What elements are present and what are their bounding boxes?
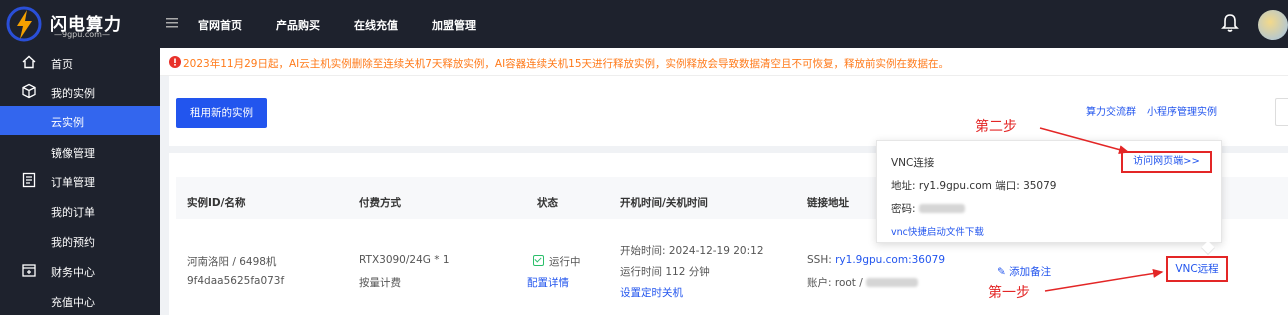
sidebar-item-label: 我的预约 (51, 236, 95, 249)
notice-text: 2023年11月29日起，AI云主机实例删除至连续关机7天释放实例，AI容器连续… (183, 58, 950, 70)
check-icon (533, 255, 544, 266)
config-details-link[interactable]: 配置详情 (527, 275, 569, 290)
popup-address: 地址: ry1.9gpu.com 端口: 35079 (891, 180, 1057, 192)
sidebar-item-label: 云实例 (51, 116, 84, 129)
add-note-label: 添加备注 (1009, 266, 1052, 278)
miniprogram-manage-link[interactable]: 小程序管理实例 (1147, 103, 1217, 118)
avatar[interactable] (1258, 10, 1288, 40)
start-time: 开始时间: 2024-12-19 20:12 (620, 245, 764, 257)
password-label: 密码: (891, 203, 919, 215)
sidebar-item-order-management[interactable]: 订单管理 (0, 166, 160, 195)
sidebar-item-label: 镜像管理 (51, 147, 95, 160)
annotation-step2: 第二步 (975, 119, 1017, 135)
top-nav: 官网首页 产品购买 在线充值 加盟管理 (198, 17, 476, 33)
sidebar-item-my-instances[interactable]: 我的实例 (0, 77, 160, 106)
sidebar-item-label: 首页 (51, 58, 73, 71)
ssh-address: SSH: ry1.9gpu.com:36079 (807, 254, 945, 266)
ssh-label: SSH: (807, 254, 836, 266)
home-icon (22, 55, 36, 69)
top-bar: 闪电算力 —9gpu.com— 官网首页 产品购买 在线充值 加盟管理 (0, 0, 1288, 48)
status-badge: 运行中 (533, 254, 581, 269)
vnc-download-link[interactable]: vnc快捷启动文件下载 (891, 224, 984, 238)
nav-franchise-management[interactable]: 加盟管理 (432, 17, 476, 33)
menu-icon[interactable] (166, 17, 178, 29)
vnc-remote-button[interactable]: VNC远程 (1166, 256, 1228, 282)
wallet-icon (22, 264, 36, 277)
col-connection: 链接地址 (807, 197, 849, 209)
sidebar-item-label: 充值中心 (51, 296, 95, 309)
brand-subtitle: —9gpu.com— (54, 30, 110, 39)
set-timer-shutdown-link[interactable]: 设置定时关机 (620, 285, 683, 300)
sidebar-item-my-orders[interactable]: 我的订单 (0, 196, 160, 225)
sidebar-item-label: 我的订单 (51, 206, 95, 219)
annotation-step1: 第一步 (988, 285, 1030, 301)
vnc-connection-popup: VNC连接 地址: ry1.9gpu.com 端口: 35079 密码: vnc… (876, 140, 1222, 256)
sidebar-item-label: 我的实例 (51, 87, 95, 100)
compute-community-link[interactable]: 算力交流群 (1086, 103, 1136, 118)
popup-title: VNC连接 (891, 157, 935, 169)
masked-password (866, 278, 919, 287)
nav-online-recharge[interactable]: 在线充值 (354, 17, 398, 33)
rent-new-instance-button[interactable]: 租用新的实例 (176, 98, 267, 128)
ssh-value-link[interactable]: ry1.9gpu.com:36079 (835, 254, 945, 266)
sidebar-item-home[interactable]: 首页 (0, 48, 160, 77)
instance-gpu: RTX3090/24G * 1 (359, 254, 450, 266)
sidebar-item-label: 订单管理 (51, 176, 95, 189)
toolbar-refresh-button[interactable] (1275, 98, 1288, 126)
sidebar: 首页 我的实例 云实例 镜像管理 订单管理 我的订单 我的预约 财务中心 充值中… (0, 48, 160, 315)
popup-password: 密码: (891, 201, 965, 216)
lightning-logo-icon (6, 6, 42, 42)
status-text: 运行中 (549, 256, 581, 268)
nav-official-home[interactable]: 官网首页 (198, 17, 242, 33)
notice-bar: 2023年11月29日起，AI云主机实例删除至连续关机7天释放实例，AI容器连续… (160, 48, 1288, 76)
document-icon (22, 172, 36, 188)
cube-icon (22, 83, 36, 99)
add-note-link[interactable]: ✎ 添加备注 (997, 264, 1051, 279)
sidebar-item-finance-center[interactable]: 财务中心 (0, 256, 160, 285)
sidebar-item-label: 财务中心 (51, 266, 95, 279)
col-billing: 付费方式 (359, 197, 401, 209)
col-power-time: 开机时间/关机时间 (620, 197, 708, 209)
sidebar-item-recharge-center[interactable]: 充值中心 (0, 286, 160, 315)
warning-icon (169, 56, 181, 68)
col-instance-id: 实例ID/名称 (187, 197, 246, 209)
visit-web-link[interactable]: 访问网页端>> (1121, 151, 1212, 173)
sidebar-item-image-management[interactable]: 镜像管理 (0, 137, 160, 166)
sidebar-item-cloud-instances[interactable]: 云实例 (0, 106, 160, 135)
toolbar: 租用新的实例 算力交流群 小程序管理实例 (169, 76, 1288, 146)
toolbar-links: 算力交流群 小程序管理实例 (1086, 103, 1217, 118)
instance-billing: 按量计费 (359, 277, 401, 289)
col-status: 状态 (537, 197, 558, 209)
account-label: 账户: root / (807, 277, 867, 289)
run-time: 运行时间 112 分钟 (620, 266, 710, 278)
instance-id: 9f4daa5625fa073f (187, 275, 285, 287)
brand-logo[interactable]: 闪电算力 —9gpu.com— (6, 6, 156, 42)
nav-product-purchase[interactable]: 产品购买 (276, 17, 320, 33)
instance-location: 河南洛阳 / 6498机 (187, 256, 277, 268)
pencil-icon: ✎ (997, 266, 1010, 278)
account-info: 账户: root / (807, 275, 919, 290)
bell-icon[interactable] (1221, 13, 1239, 33)
sidebar-item-my-reservations[interactable]: 我的预约 (0, 226, 160, 255)
masked-password (918, 204, 965, 213)
